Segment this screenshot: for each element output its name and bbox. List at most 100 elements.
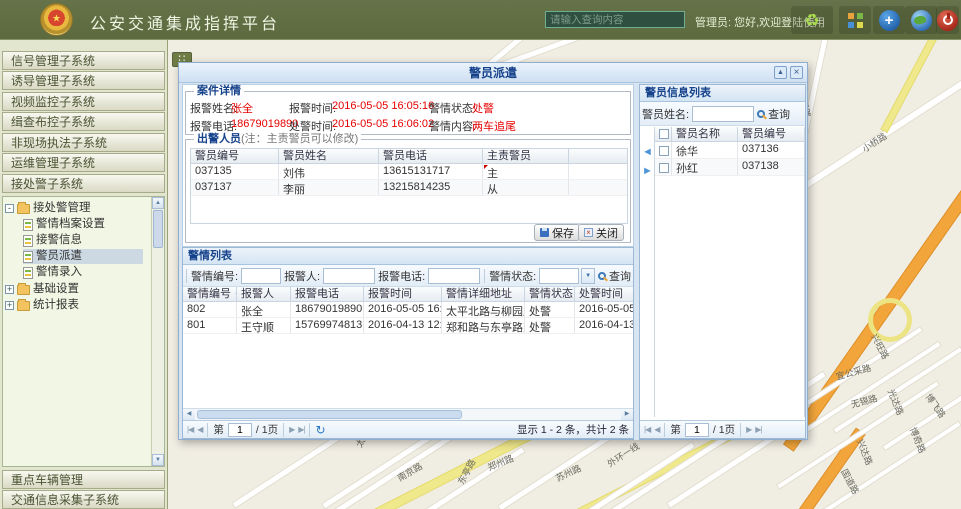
col-header-roster-name[interactable]: 警员名称 — [672, 127, 738, 141]
alerts-search-button[interactable]: 查询 — [609, 268, 631, 284]
save-button[interactable]: 保存 — [534, 224, 580, 241]
col-header-caller[interactable]: 报警人 — [237, 287, 291, 301]
alert-status-value: 处警 — [472, 100, 494, 116]
alert-content-value: 两车追尾 — [472, 118, 516, 134]
row-checkbox[interactable] — [655, 142, 672, 158]
expand-toggle-icon[interactable]: + — [5, 285, 14, 294]
tree-node-alert-info[interactable]: 接警信息 — [23, 233, 82, 248]
collapse-icon[interactable]: ▲ — [774, 66, 787, 79]
col-header-officer-code[interactable]: 警员编号 — [191, 149, 279, 163]
tree-node-alert-archive[interactable]: 警情档案设置 — [23, 217, 105, 232]
logout-button[interactable] — [936, 6, 959, 34]
filter-caller-input[interactable] — [323, 268, 375, 284]
document-icon — [23, 251, 33, 263]
next-page-icon[interactable]: ▶ — [289, 425, 294, 434]
expand-toggle-icon[interactable]: + — [5, 301, 14, 310]
roster-row[interactable]: 孙红 037138 — [655, 159, 804, 176]
scroll-down-icon[interactable]: ▼ — [152, 454, 164, 466]
global-search-input[interactable] — [545, 11, 685, 28]
col-header-handle-time[interactable]: 处警时间 — [575, 287, 633, 301]
police-badge-logo — [40, 3, 73, 36]
add-button[interactable]: + — [873, 6, 905, 34]
filter-phone-input[interactable] — [428, 268, 480, 284]
dropdown-arrow-icon[interactable]: ▼ — [581, 268, 595, 284]
officer-name-input[interactable] — [692, 106, 754, 122]
col-header-status[interactable]: 警情状态 — [525, 287, 575, 301]
document-icon — [23, 267, 33, 279]
roster-row[interactable]: 徐华 037136 — [655, 142, 804, 159]
roster-grid: 警员名称 警员编号 徐华 037136 孙红 037138 — [654, 127, 805, 417]
sidebar-item-offsite[interactable]: 非现场执法子系统 — [2, 133, 165, 152]
alert-row[interactable]: 802 张全 18679019890 2016-05-05 16:... 太平北… — [183, 302, 633, 318]
roster-search-button[interactable]: 查询 — [768, 106, 790, 122]
first-page-icon[interactable]: |◀ — [187, 425, 193, 434]
map-mode-button[interactable] — [905, 6, 937, 34]
page-number-input[interactable] — [228, 423, 252, 437]
map-road-label: 南京路 — [395, 459, 425, 484]
modules-button[interactable] — [839, 6, 871, 34]
tree-node-alert-entry[interactable]: 警情录入 — [23, 265, 82, 280]
folder-icon — [17, 204, 30, 214]
col-header-officer-phone[interactable]: 警员电话 — [379, 149, 483, 163]
scroll-right-icon[interactable]: ▶ — [621, 409, 633, 420]
col-header-address[interactable]: 警情详细地址 — [442, 287, 525, 301]
sidebar-item-video[interactable]: 视频监控子系统 — [2, 92, 165, 111]
officer-row[interactable]: 037135 刘伟 13615131717 主 — [191, 164, 627, 180]
scrollbar-thumb[interactable] — [197, 410, 462, 419]
alerts-horizontal-scrollbar[interactable]: ◀ ▶ — [183, 408, 633, 420]
lead-role-cell[interactable]: 主 — [483, 164, 569, 179]
col-header-phone[interactable]: 报警电话 — [291, 287, 364, 301]
close-button[interactable]: × 关闭 — [578, 224, 624, 241]
scrollbar-thumb[interactable] — [153, 210, 163, 248]
transfer-left-icon[interactable]: ◄ — [642, 147, 653, 158]
page-number-input[interactable] — [685, 423, 709, 437]
sidebar-item-ops[interactable]: 运维管理子系统 — [2, 153, 165, 172]
save-disk-icon — [540, 228, 549, 237]
col-header-roster-code[interactable]: 警员编号 — [738, 127, 804, 141]
collapse-toggle-icon[interactable]: - — [5, 204, 14, 213]
next-page-icon[interactable]: ▶ — [746, 425, 751, 434]
refresh-icon[interactable]: ↻ — [315, 424, 325, 436]
sidebar-item-signal[interactable]: 信号管理子系统 — [2, 51, 165, 70]
document-icon — [23, 235, 33, 247]
prev-page-icon[interactable]: ◀ — [197, 425, 202, 434]
modules-grid-icon — [848, 13, 863, 28]
last-page-icon[interactable]: ▶| — [755, 425, 761, 434]
sidebar-item-key-vehicles[interactable]: 重点车辆管理 — [2, 470, 165, 489]
col-header-alert-code[interactable]: 警情编号▼ — [183, 287, 237, 301]
dialog-titlebar[interactable]: 警员派遣 ▲ × — [179, 63, 807, 83]
first-page-icon[interactable]: |◀ — [644, 425, 650, 434]
alert-row[interactable]: 801 王守顺 15769974813 2016-04-13 12:... 郑和… — [183, 318, 633, 334]
sidebar-item-guidance[interactable]: 诱导管理子系统 — [2, 71, 165, 90]
map-road-label: 博奇路 — [907, 425, 929, 455]
sidebar-item-traffic-info[interactable]: 交通信息采集子系统 — [2, 490, 165, 509]
col-header-lead-officer[interactable]: 主责警员 — [483, 149, 569, 163]
tree-scrollbar[interactable]: ▲ ▼ — [151, 197, 164, 466]
tree-node-officer-dispatch[interactable]: 警员派遣 — [23, 249, 143, 264]
col-header-report-time[interactable]: 报警时间 — [364, 287, 442, 301]
alerts-grid-header: 警情编号▼ 报警人 报警电话 报警时间 警情详细地址 警情状态 处警时间 — [183, 287, 633, 302]
recycle-button[interactable]: ♻ — [791, 6, 833, 34]
dispatched-officers-legend: 出警人员(注：主责警员可以修改) — [194, 133, 361, 146]
close-icon[interactable]: × — [790, 66, 803, 79]
sidebar-item-dispatch[interactable]: 接处警子系统 — [2, 174, 165, 193]
prev-page-icon[interactable]: ◀ — [654, 425, 659, 434]
transfer-right-icon[interactable]: ► — [642, 166, 653, 177]
alerts-panel: 警情列表 警情编号: 报警人: 报警电话: 警情状态: ▼ 查询 警情编号▼ 报… — [182, 247, 634, 439]
scroll-up-icon[interactable]: ▲ — [152, 197, 164, 209]
sidebar-item-checkpoint[interactable]: 缉查布控子系统 — [2, 112, 165, 131]
scroll-left-icon[interactable]: ◀ — [183, 409, 195, 420]
tree-node-statistics[interactable]: + 统计报表 — [5, 298, 79, 313]
caller-phone-label: 报警电话: — [190, 118, 237, 134]
tree-node-basic-settings[interactable]: + 基础设置 — [5, 282, 79, 297]
tree-node-dispatch-mgmt[interactable]: - 接处警管理 — [5, 201, 91, 216]
col-header-officer-name[interactable]: 警员姓名 — [279, 149, 379, 163]
filter-status-select[interactable] — [539, 268, 579, 284]
last-page-icon[interactable]: ▶| — [298, 425, 304, 434]
map-road — [882, 40, 961, 132]
row-checkbox[interactable] — [655, 159, 672, 175]
page-prefix-label: 第 — [670, 422, 681, 437]
filter-code-input[interactable] — [241, 268, 281, 284]
select-all-checkbox[interactable] — [655, 127, 672, 141]
officer-row[interactable]: 037137 李丽 13215814235 从 — [191, 180, 627, 196]
